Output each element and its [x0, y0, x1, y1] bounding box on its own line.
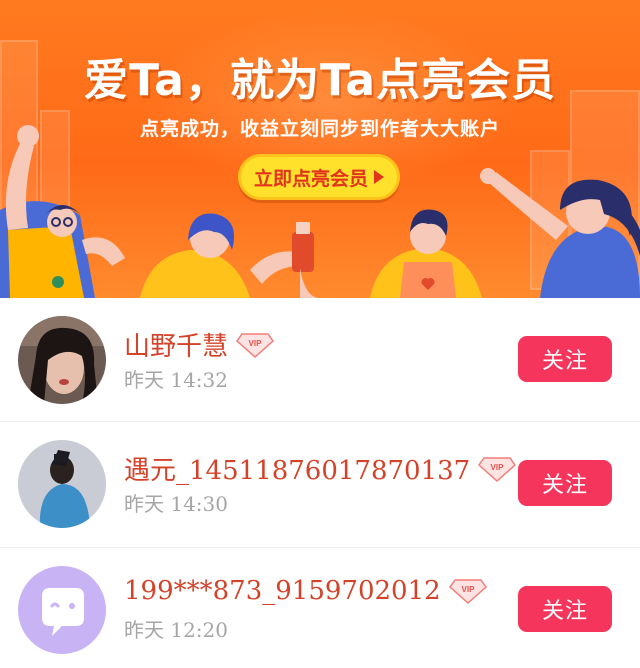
banner-subtitle: 点亮成功，收益立刻同步到作者大大账户 [139, 118, 500, 140]
play-arrow-icon [374, 170, 384, 184]
svg-text:VIP: VIP [491, 463, 505, 472]
follow-button[interactable]: 关注 [518, 460, 612, 506]
list-item[interactable]: 山野千慧 VIP 昨天 14:32 关注 [0, 298, 640, 422]
banner-title: 爱Ta，就为Ta点亮会员 [83, 55, 557, 106]
follow-button[interactable]: 关注 [518, 586, 612, 632]
user-photo-icon [18, 440, 106, 528]
supporter-list: 山野千慧 VIP 昨天 14:32 关注 遇元_1451187601787013… [0, 298, 640, 668]
avatar[interactable] [18, 316, 106, 404]
user-name[interactable]: 遇元_14511876017870137 [124, 450, 470, 487]
promo-banner[interactable]: 爱Ta，就为Ta点亮会员 点亮成功，收益立刻同步到作者大大账户 立即点亮会员 [0, 0, 640, 298]
follow-time: 昨天 12:20 [124, 618, 228, 642]
follow-time: 昨天 14:30 [124, 492, 228, 516]
svg-text:VIP: VIP [461, 585, 475, 594]
default-avatar-icon [18, 566, 106, 654]
user-name[interactable]: 山野千慧 [124, 326, 228, 363]
light-up-membership-button[interactable]: 立即点亮会员 [238, 154, 400, 200]
user-photo-icon [18, 316, 106, 404]
vip-badge-icon: VIP [236, 332, 275, 358]
avatar[interactable] [18, 566, 106, 654]
user-name[interactable]: 199***873_9159702012 [124, 576, 441, 606]
follow-button[interactable]: 关注 [518, 336, 612, 382]
list-item[interactable]: 遇元_14511876017870137 VIP 昨天 14:30 关注 [0, 422, 640, 548]
avatar[interactable] [18, 440, 106, 528]
vip-badge-icon: VIP [478, 456, 517, 482]
list-item[interactable]: 199***873_9159702012 VIP 昨天 12:20 关注 [0, 548, 640, 668]
cta-label: 立即点亮会员 [253, 167, 368, 190]
svg-text:VIP: VIP [249, 339, 263, 348]
follow-time: 昨天 14:32 [124, 368, 228, 392]
vip-badge-icon: VIP [448, 579, 487, 604]
